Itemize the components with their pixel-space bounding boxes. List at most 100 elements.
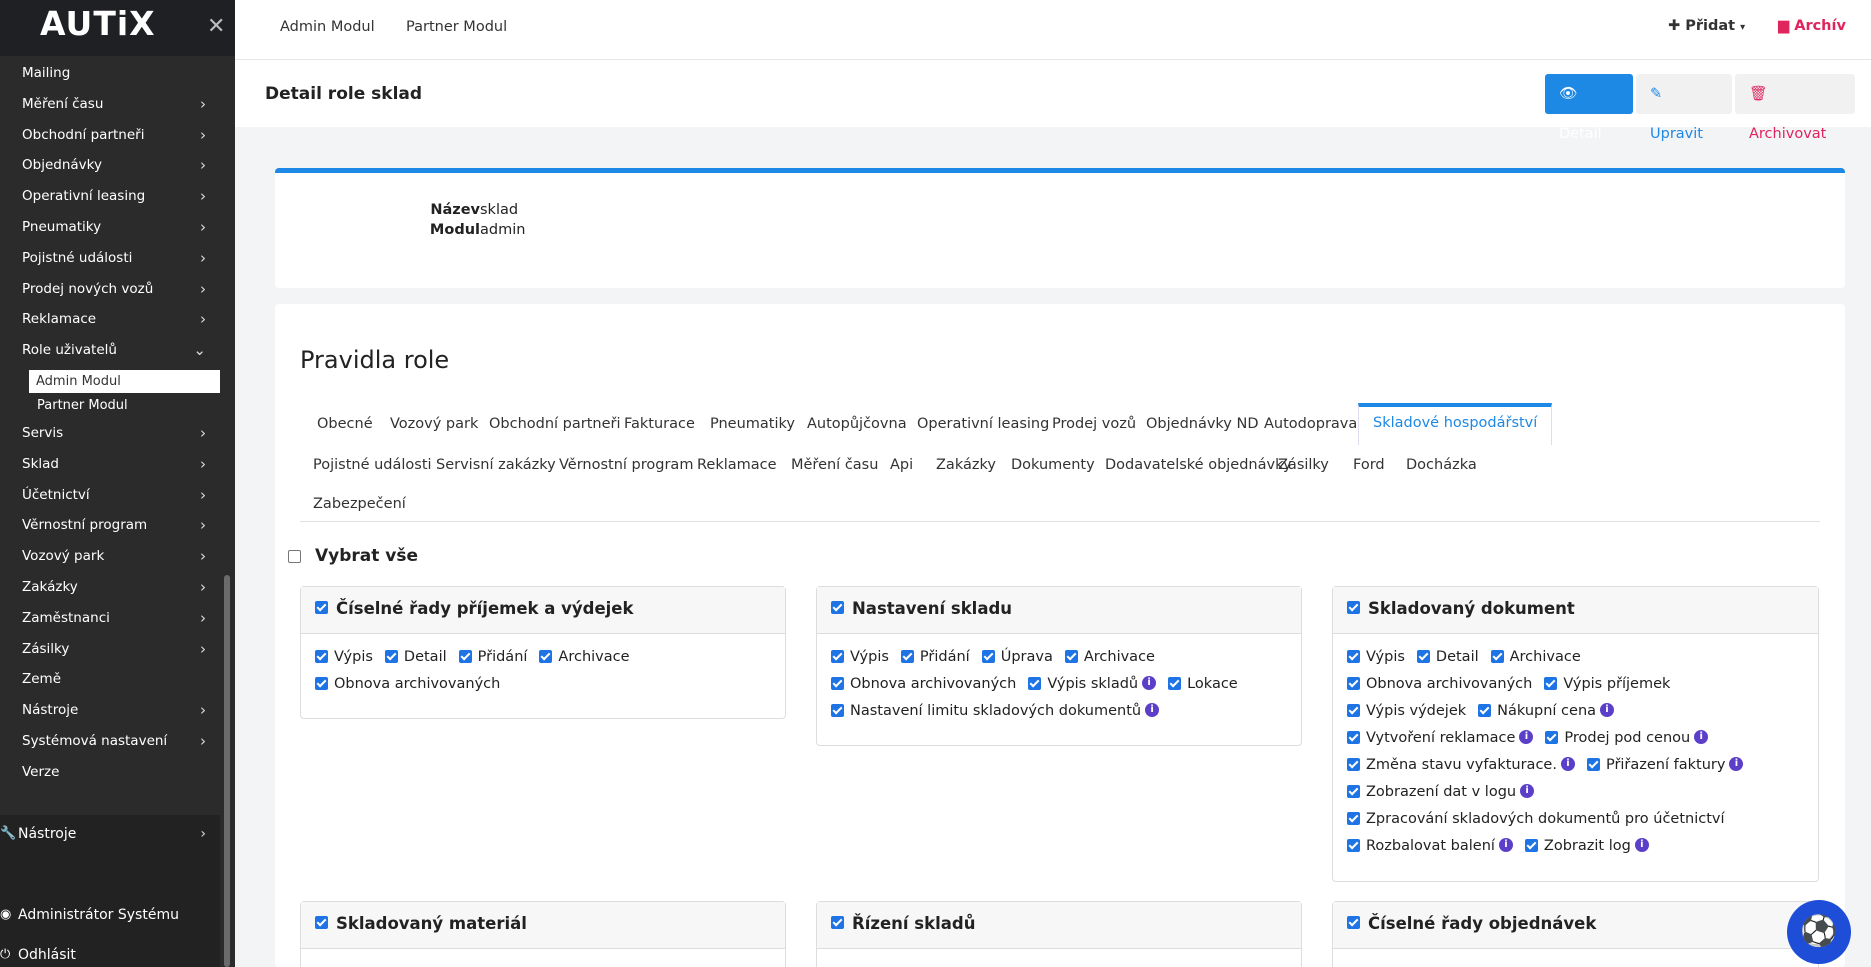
- permission-vypis[interactable]: Výpis: [315, 644, 373, 671]
- permission-zobrazit-log[interactable]: Zobrazit log i: [1524, 833, 1649, 860]
- tab-vozovy-park[interactable]: Vozový park: [390, 416, 478, 432]
- archive-button[interactable]: 🗑 Archivovat: [1735, 74, 1855, 142]
- info-icon[interactable]: i: [1498, 838, 1513, 852]
- detail-button[interactable]: 👁 Detail: [1545, 74, 1633, 142]
- select-all[interactable]: Vybrat vše: [288, 546, 418, 566]
- permission-checkbox[interactable]: [1347, 784, 1360, 798]
- sidebar-item-zeme[interactable]: Země: [0, 668, 220, 699]
- tab-reklamace[interactable]: Reklamace: [697, 457, 777, 473]
- sidebar-item-logout[interactable]: ⏻ Odhlásit: [0, 947, 220, 963]
- sidebar-item-prodej-novych-vozu[interactable]: Prodej nových vozů ›: [0, 278, 220, 309]
- tab-autodoprava[interactable]: Autodoprava: [1264, 416, 1357, 432]
- permission-obnova-archivovanych[interactable]: Obnova archivovaných: [315, 671, 500, 698]
- permission-vypis[interactable]: Výpis: [1347, 644, 1405, 671]
- permission-nakupni-cena[interactable]: Nákupní cena i: [1478, 698, 1615, 725]
- permission-vytvoreni-reklamace[interactable]: Vytvoření reklamace i: [1347, 725, 1534, 752]
- tab-zasilky[interactable]: Zásilky: [1278, 457, 1329, 473]
- tab-obecne[interactable]: Obecné: [317, 416, 373, 432]
- permission-checkbox[interactable]: [1347, 703, 1360, 717]
- tab-vernostni-program[interactable]: Věrnostní program: [559, 457, 693, 473]
- sidebar-item-user[interactable]: ◉ Administrátor Systému: [0, 907, 220, 923]
- tab-dodavatelske-objednavky[interactable]: Dodavatelské objednávky: [1105, 457, 1292, 473]
- info-icon[interactable]: i: [1634, 838, 1649, 852]
- tab-pojistne-udalosti[interactable]: Pojistné události: [313, 457, 432, 473]
- permission-checkbox[interactable]: [1545, 730, 1559, 744]
- sidebar-item-sklad[interactable]: Sklad ›: [0, 453, 220, 484]
- permission-lokace[interactable]: Lokace: [1168, 671, 1238, 698]
- permission-checkbox[interactable]: [981, 649, 995, 663]
- permission-checkbox[interactable]: [315, 676, 328, 690]
- top-link-admin-modul[interactable]: Admin Modul: [280, 19, 375, 35]
- permission-checkbox[interactable]: [1586, 757, 1600, 771]
- sidebar-subitem-admin-modul[interactable]: Admin Modul: [29, 369, 220, 393]
- permission-checkbox[interactable]: [1347, 676, 1360, 690]
- sidebar-item-vozovy-park[interactable]: Vozový park ›: [0, 545, 220, 576]
- sidebar-item-mereni-casu[interactable]: Měření času ›: [0, 93, 220, 124]
- info-icon[interactable]: i: [1145, 703, 1160, 717]
- add-dropdown[interactable]: ✚ Přidat ▾: [1668, 18, 1745, 34]
- permission-checkbox[interactable]: [384, 649, 398, 663]
- permission-checkbox[interactable]: [1524, 838, 1538, 852]
- sidebar-scrollbar[interactable]: [224, 575, 230, 967]
- sidebar-item-tools[interactable]: 🔧 Nástroje ›: [0, 826, 220, 842]
- sidebar-item-zamestnanci[interactable]: Zaměstnanci ›: [0, 607, 220, 638]
- permission-detail[interactable]: Detail: [1416, 644, 1479, 671]
- info-icon[interactable]: i: [1694, 730, 1709, 744]
- select-all-checkbox[interactable]: [288, 550, 301, 563]
- permission-zobrazeni-dat-v-logu[interactable]: Zobrazení dat v logu i: [1347, 779, 1535, 806]
- permission-checkbox[interactable]: [831, 649, 844, 663]
- sidebar-item-nastroje[interactable]: Nástroje ›: [0, 699, 220, 730]
- permission-pridani[interactable]: Přidání: [458, 644, 527, 671]
- brand-logo[interactable]: AUTiX: [40, 4, 156, 43]
- sidebar-item-systemova-nastaveni[interactable]: Systémová nastavení ›: [0, 730, 220, 761]
- permission-zmena-stavu-vyfakturace[interactable]: Změna stavu vyfakturace. i: [1347, 752, 1575, 779]
- tab-obchodni-partneri[interactable]: Obchodní partneři: [489, 416, 621, 432]
- permission-checkbox[interactable]: [1347, 838, 1360, 852]
- tab-prodej-vozu[interactable]: Prodej vozů: [1052, 416, 1136, 432]
- permission-detail[interactable]: Detail: [384, 644, 447, 671]
- permission-checkbox[interactable]: [1478, 703, 1492, 717]
- tab-fakturace[interactable]: Fakturace: [624, 416, 695, 432]
- sidebar-item-zakazky[interactable]: Zakázky ›: [0, 576, 220, 607]
- permission-checkbox[interactable]: [1544, 676, 1558, 690]
- tab-skladove-hospodarstvi[interactable]: Skladové hospodářství: [1358, 403, 1553, 445]
- tab-servisni-zakazky[interactable]: Servisní zakázky: [436, 457, 556, 473]
- info-icon[interactable]: i: [1729, 757, 1744, 771]
- sidebar-item-reklamace[interactable]: Reklamace ›: [0, 308, 220, 339]
- tab-operativni-leasing[interactable]: Operativní leasing: [917, 416, 1049, 432]
- sidebar-item-verze[interactable]: Verze: [0, 761, 220, 792]
- permission-rozbalovat-baleni[interactable]: Rozbalovat balení i: [1347, 833, 1513, 860]
- sidebar-item-role-uzivatelu[interactable]: Role uživatelů ⌄: [0, 339, 220, 370]
- info-icon[interactable]: i: [1519, 730, 1534, 744]
- group-checkbox[interactable]: [1347, 916, 1360, 929]
- info-icon[interactable]: i: [1520, 784, 1535, 798]
- tab-ford[interactable]: Ford: [1353, 457, 1385, 473]
- sidebar-item-ucetnictvi[interactable]: Účetnictví ›: [0, 484, 220, 515]
- tab-pneumatiky[interactable]: Pneumatiky: [710, 416, 795, 432]
- permission-checkbox[interactable]: [1490, 649, 1504, 663]
- permission-vypis-prijemek[interactable]: Výpis příjemek: [1544, 671, 1670, 698]
- info-icon[interactable]: i: [1560, 757, 1575, 771]
- tab-objednavky-nd[interactable]: Objednávky ND: [1146, 416, 1259, 432]
- tab-mereni-casu[interactable]: Měření času: [791, 457, 878, 473]
- sidebar-item-pneumatiky[interactable]: Pneumatiky ›: [0, 216, 220, 247]
- permission-checkbox[interactable]: [539, 649, 553, 663]
- support-fab[interactable]: ⚽: [1787, 900, 1851, 964]
- permission-checkbox[interactable]: [315, 649, 328, 663]
- permission-zpracovani-skladovych-dokumentu-pro-ucetnictvi[interactable]: Zpracování skladových dokumentů pro účet…: [1347, 806, 1725, 833]
- permission-checkbox[interactable]: [1347, 730, 1360, 744]
- tab-zakazky[interactable]: Zakázky: [936, 457, 996, 473]
- sidebar-item-vernostni-program[interactable]: Věrnostní program ›: [0, 514, 220, 545]
- permission-vypis-skladu[interactable]: Výpis skladů i: [1028, 671, 1157, 698]
- permission-obnova-archivovanych[interactable]: Obnova archivovaných: [1347, 671, 1532, 698]
- permission-checkbox[interactable]: [1168, 676, 1182, 690]
- info-icon[interactable]: i: [1142, 676, 1157, 690]
- sidebar-item-operativni-leasing[interactable]: Operativní leasing ›: [0, 185, 220, 216]
- top-link-partner-modul[interactable]: Partner Modul: [406, 19, 507, 35]
- permission-vypis[interactable]: Výpis: [831, 644, 889, 671]
- tab-zabezpeceni[interactable]: Zabezpečení: [313, 496, 406, 512]
- info-icon[interactable]: i: [1600, 703, 1615, 717]
- permission-checkbox[interactable]: [1347, 811, 1360, 825]
- permission-checkbox[interactable]: [1064, 649, 1078, 663]
- permission-checkbox[interactable]: [1028, 676, 1042, 690]
